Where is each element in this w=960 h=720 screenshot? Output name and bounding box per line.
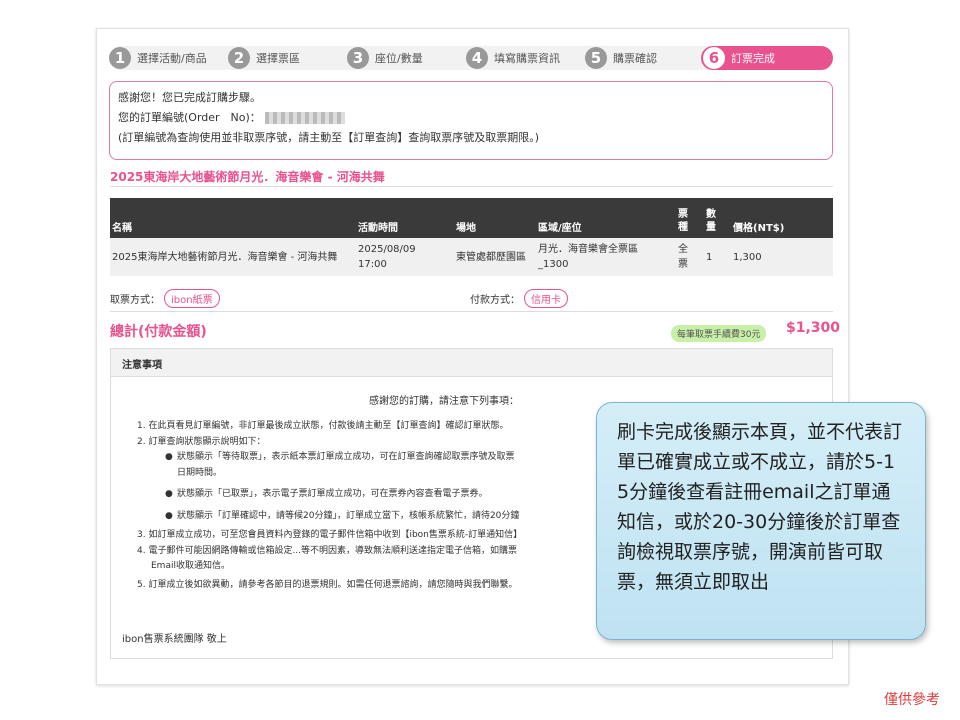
col-area: 區域/座位 [536, 198, 676, 238]
table-header-row: 名稱 活動時間 場地 區域/座位 票種 數量 價格(NT$) [110, 198, 833, 238]
cell-venue-text: 東管處都歷園區 [456, 251, 526, 263]
notice-subitem-text: 狀態顯示「已取票」，表示電子票訂單成立成功，可在票券內容查看電子票券。 [177, 489, 488, 499]
bullet-icon: ● [165, 452, 173, 462]
step-number: 2 [228, 47, 250, 69]
payment-method: 付款方式： 信用卡 [470, 289, 568, 308]
progress-steps: 1 選擇活動/商品 2 選擇票區 3 座位/數量 4 填寫購票資訊 5 購票確認… [109, 46, 833, 70]
order-number-row: 您的訂單編號(Order No)： [118, 108, 824, 128]
cell-time: 2025/08/09 17:00 [356, 238, 454, 276]
step-number: 1 [109, 47, 131, 69]
callout-text: 刷卡完成後顯示本頁，並不代表訂單已確實成立或不成立，請於5-15分鐘後查看註冊e… [617, 421, 903, 593]
cell-qty: 1 [704, 238, 731, 276]
payment-label: 付款方式： [470, 295, 520, 306]
step-4: 4 填寫購票資訊 [466, 47, 560, 69]
step-6-active: 6 訂票完成 [701, 46, 833, 70]
order-note: (訂單編號為查詢使用並非取票序號，請主動至【訂單查詢】查詢取票序號及取票期限。) [118, 131, 540, 144]
pickup-method: 取票方式： ibon紙票 [110, 289, 220, 308]
cell-time-text: 2025/08/09 17:00 [358, 244, 416, 270]
notice-heading: 注意事項 [111, 349, 832, 377]
step-number: 4 [466, 47, 488, 69]
col-ticket-type: 票種 [676, 198, 704, 238]
col-venue: 場地 [454, 198, 536, 238]
order-number-redacted [264, 112, 345, 124]
notice-intro: 感謝您的訂購，請注意下列事項： [369, 396, 519, 407]
cell-area-text: 月光．海音樂會全票區_1300 [538, 244, 638, 270]
cell-ticket-type: 全票 [676, 238, 704, 276]
cell-price: 1,300 [731, 238, 833, 276]
table-row: 2025東海岸大地藝術節月光．海音樂會 - 河海共舞 2025/08/09 17… [110, 238, 833, 276]
step-2: 2 選擇票區 [228, 47, 300, 69]
notice-subitem-text: 狀態顯示「訂單確認中，請等候20分鐘」，訂單成立當下，核帳系統繁忙，請待20分鐘 [177, 510, 520, 521]
cell-venue: 東管處都歷園區 [454, 238, 536, 276]
cell-ticket-type-text: 全票 [678, 244, 688, 270]
notice-subitem-text: 狀態顯示「等待取票」，表示紙本票訂單成立成功，可在訂單查詢確認取票序號及取票 [177, 452, 515, 462]
bullet-icon: ● [165, 489, 173, 499]
annotation-callout: 刷卡完成後顯示本頁，並不代表訂單已確實成立或不成立，請於5-15分鐘後查看註冊e… [596, 402, 926, 640]
step-label: 填寫購票資訊 [494, 52, 560, 65]
step-label: 選擇活動/商品 [137, 52, 207, 65]
col-time: 活動時間 [356, 198, 454, 238]
step-label: 購票確認 [613, 52, 657, 65]
col-ticket-type-label: 票種 [678, 209, 688, 233]
step-1: 1 選擇活動/商品 [109, 47, 207, 69]
order-number-label: 您的訂單編號(Order No)： [118, 111, 261, 124]
thank-you-box: 感謝您！您已完成訂購步驟。 您的訂單編號(Order No)： (訂單編號為查詢… [109, 81, 833, 160]
col-qty: 數量 [704, 198, 731, 238]
pickup-label: 取票方式： [110, 295, 160, 306]
pickup-badge: ibon紙票 [164, 289, 220, 308]
bullet-icon: ● [165, 510, 173, 521]
step-number: 6 [703, 47, 725, 69]
cell-name: 2025東海岸大地藝術節月光．海音樂會 - 河海共舞 [110, 238, 356, 276]
notice-subitem-text: 日期時間。 [177, 467, 223, 478]
divider [110, 186, 833, 187]
divider [110, 311, 833, 312]
step-3: 3 座位/數量 [347, 47, 423, 69]
step-label: 訂票完成 [731, 52, 775, 65]
payment-badge: 信用卡 [524, 289, 568, 308]
step-number: 5 [585, 47, 607, 69]
col-qty-label: 數量 [706, 209, 716, 233]
total-label: 總計(付款金額) [110, 324, 207, 340]
step-5: 5 購票確認 [585, 47, 657, 69]
cell-area: 月光．海音樂會全票區_1300 [536, 238, 676, 276]
col-price: 價格(NT$) [731, 198, 833, 238]
step-label: 座位/數量 [375, 52, 423, 65]
disclaimer-text: 僅供參考 [884, 692, 940, 708]
col-name: 名稱 [110, 198, 356, 238]
notice-signature: ibon售票系統團隊 敬上 [122, 634, 227, 645]
total-amount: $1,300 [786, 320, 841, 336]
order-table: 名稱 活動時間 場地 區域/座位 票種 數量 價格(NT$) 2025東海岸大地… [110, 198, 833, 276]
step-number: 3 [347, 47, 369, 69]
event-title: 2025東海岸大地藝術節月光．海音樂會 - 河海共舞 [110, 170, 385, 184]
fee-badge: 每筆取票手續費30元 [671, 325, 767, 342]
step-label: 選擇票區 [256, 52, 300, 65]
thanks-message: 感謝您！您已完成訂購步驟。 [118, 91, 261, 104]
